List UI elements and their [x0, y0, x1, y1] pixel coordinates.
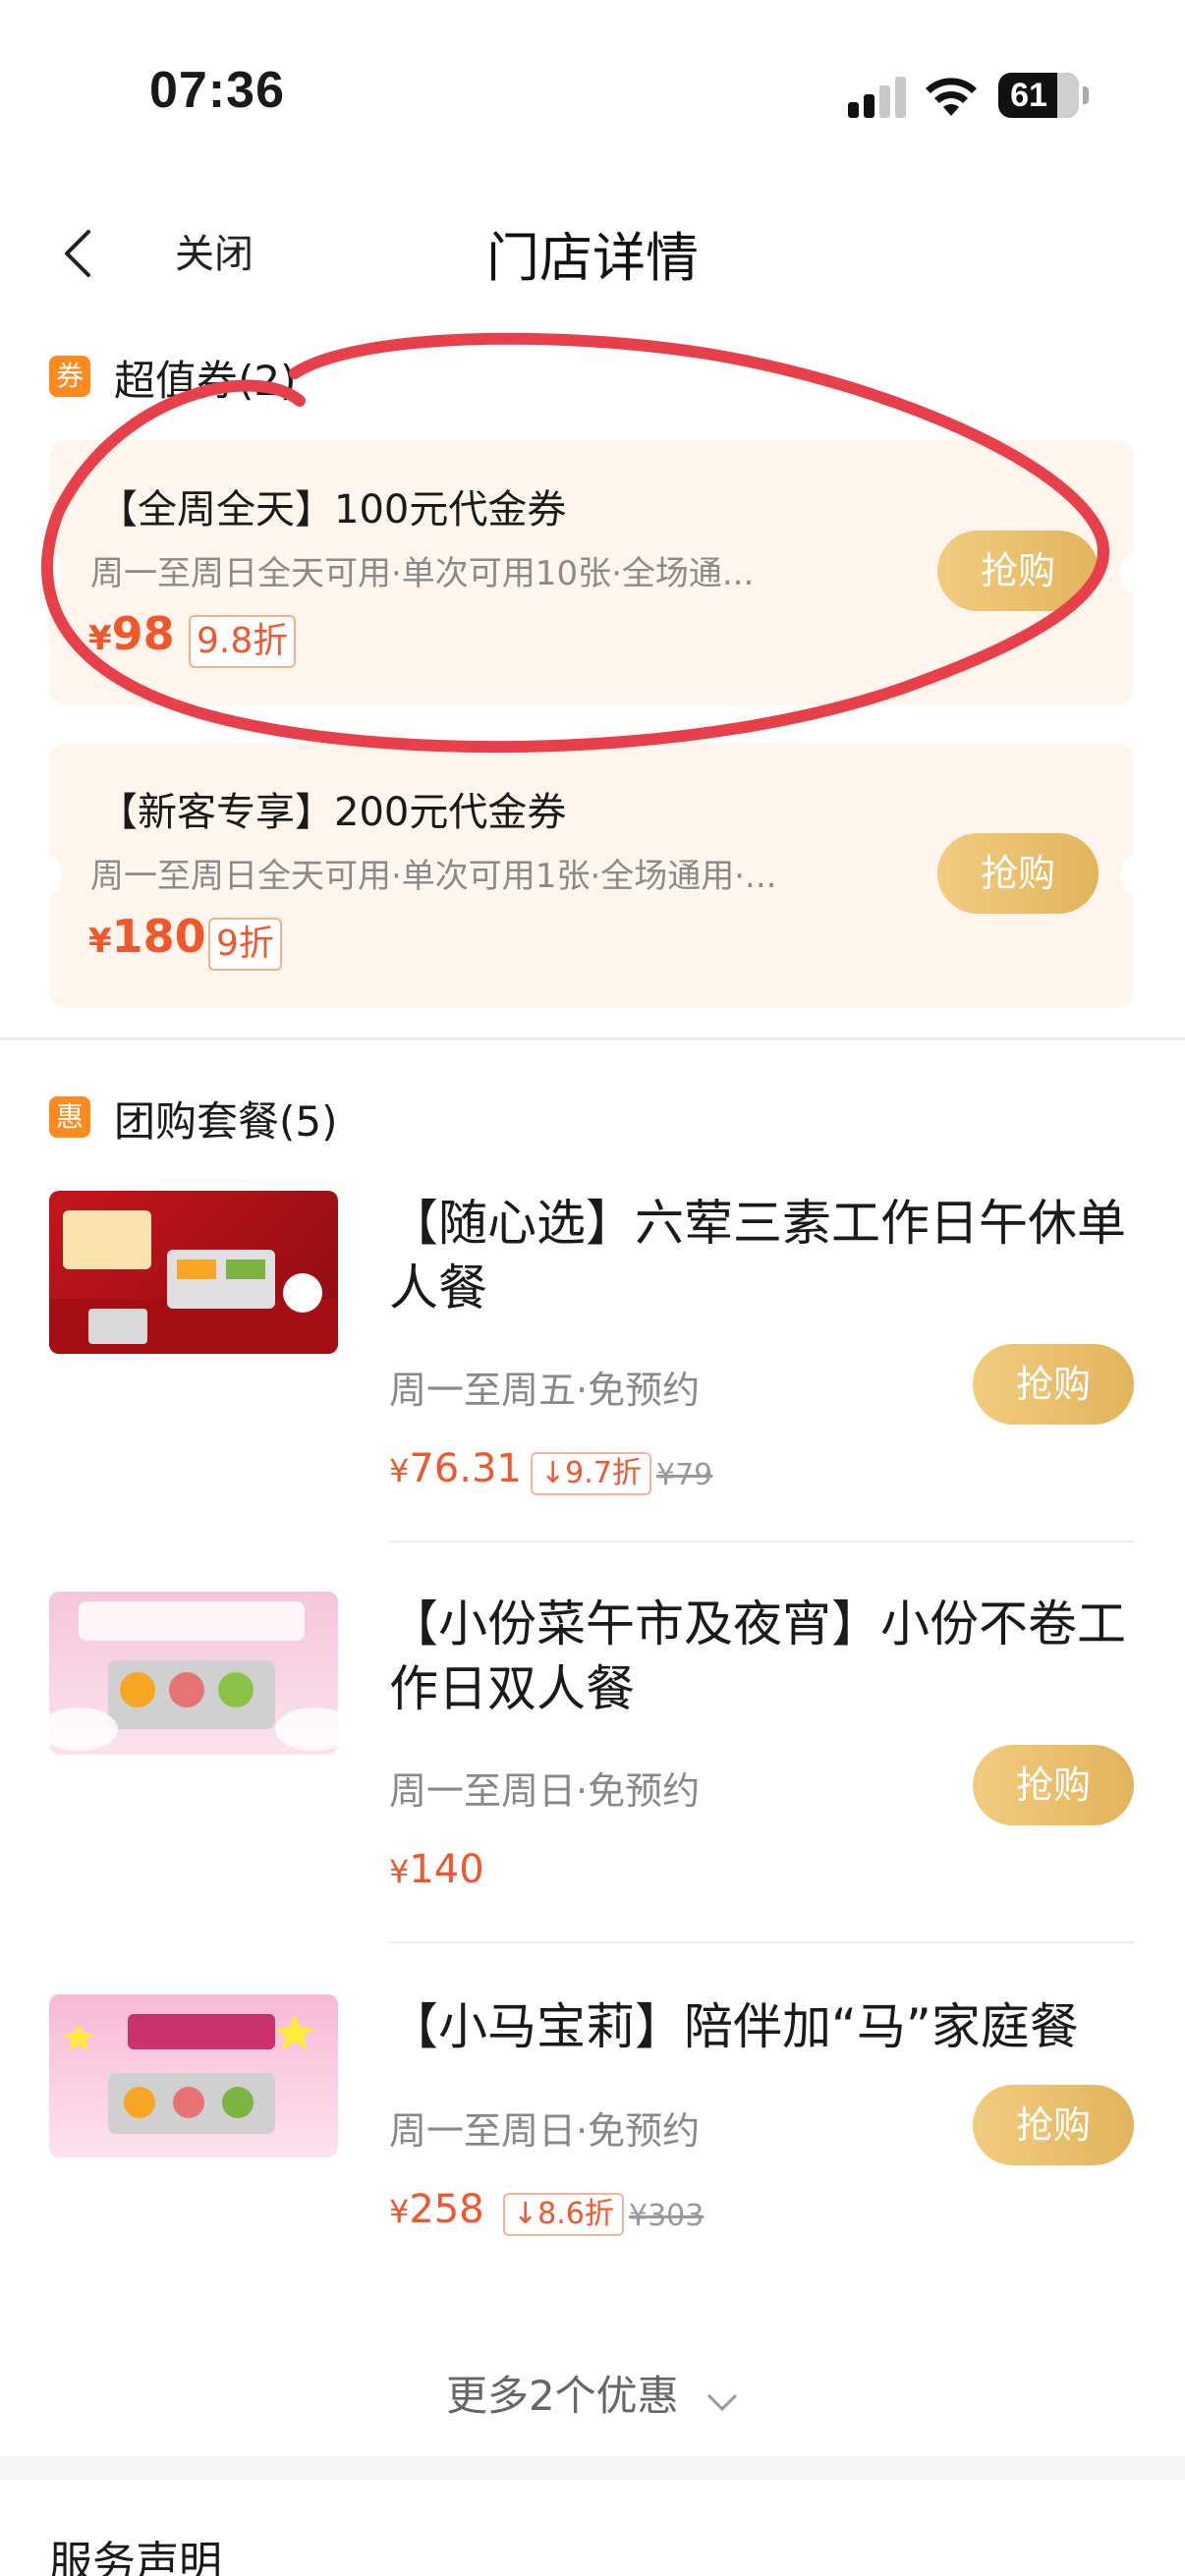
voucher-buy-button[interactable]: 抢购 [937, 531, 1099, 611]
more-deals-label: 更多2个优惠 [445, 2372, 679, 2420]
battery-icon: 61 [998, 73, 1089, 118]
nav-bar: 关闭 门店详情 [0, 196, 1185, 305]
deal-price-value: 76.31 [409, 1446, 522, 1491]
voucher-price-value: 180 [111, 910, 206, 963]
status-time: 07:36 [149, 62, 285, 119]
vouchers-section-title: 超值券(2) [114, 357, 297, 405]
voucher-discount: 9.8折 [189, 615, 297, 668]
down-arrow-icon: ↓ [540, 1456, 566, 1490]
voucher-card[interactable]: 【新客专享】200元代金券 周一至周日全天可用·单次可用1张·全场通用·... … [37, 743, 1146, 1008]
deal-discount-value: 8.6折 [537, 2197, 614, 2231]
deal-title[interactable]: 【随心选】六荤三素工作日午休单人餐 [389, 1191, 1146, 1320]
section-divider [0, 2456, 1185, 2480]
voucher-price-value: 98 [111, 607, 175, 660]
deal-price-value: 140 [409, 1847, 484, 1892]
deal-discount-tag: ↓9.7折 [531, 1452, 651, 1495]
deal-title[interactable]: 【小马宝莉】陪伴加“马”家庭餐 [389, 1994, 1146, 2059]
wifi-icon [926, 78, 977, 116]
currency-symbol: ¥ [389, 1853, 410, 1890]
deals-section-title: 团购套餐(5) [114, 1097, 338, 1146]
deal-original-price: ¥79 [656, 1458, 713, 1492]
more-deals-button[interactable]: 更多2个优惠 [0, 2363, 1185, 2423]
currency-symbol: ¥ [88, 619, 112, 658]
voucher-discount: 9折 [208, 918, 282, 971]
deal-discount-value: 9.7折 [565, 1456, 642, 1490]
deal-buy-button[interactable]: 抢购 [973, 1745, 1134, 1825]
deal-price: ¥76.31 [389, 1446, 522, 1491]
voucher-price: ¥98 [88, 607, 175, 660]
page-title: 门店详情 [486, 227, 699, 289]
service-statement-title: 服务声明 [49, 2538, 222, 2576]
deal-badge-icon: 惠 [49, 1096, 90, 1138]
deal-discount-tag: ↓8.6折 [503, 2193, 624, 2236]
down-arrow-icon: ↓ [513, 2197, 538, 2231]
deal-image[interactable] [49, 1592, 338, 1755]
voucher-title: 【全周全天】100元代金券 [98, 487, 567, 532]
section-divider [0, 1037, 1185, 1040]
currency-symbol: ¥ [389, 2193, 410, 2230]
cellular-signal-icon [848, 77, 909, 118]
deal-price: ¥140 [389, 1847, 484, 1892]
voucher-card[interactable]: 【全周全天】100元代金券 周一至周日全天可用·单次可用10张·全场通... ¥… [37, 440, 1146, 705]
voucher-title: 【新客专享】200元代金券 [98, 790, 567, 835]
deal-price-value: 258 [409, 2187, 484, 2232]
row-divider [389, 1540, 1134, 1542]
voucher-price: ¥180 [88, 910, 206, 963]
currency-symbol: ¥ [88, 922, 112, 961]
row-divider [389, 1941, 1134, 1943]
deal-title[interactable]: 【小份菜午市及夜宵】小份不卷工作日双人餐 [389, 1592, 1146, 1721]
deal-price: ¥258 [389, 2187, 484, 2232]
deal-availability: 周一至周日·免预约 [389, 2109, 701, 2153]
voucher-badge-icon: 券 [49, 356, 90, 397]
voucher-desc: 周一至周日全天可用·单次可用1张·全场通用·... [90, 857, 777, 896]
currency-symbol: ¥ [389, 1452, 410, 1489]
deal-image[interactable] [49, 1191, 338, 1354]
deal-availability: 周一至周五·免预约 [389, 1369, 701, 1412]
status-bar: 07:36 61 [0, 0, 1185, 187]
voucher-desc: 周一至周日全天可用·单次可用10张·全场通... [90, 554, 755, 593]
battery-level: 61 [1010, 77, 1047, 114]
deal-buy-button[interactable]: 抢购 [973, 2085, 1134, 2165]
deal-availability: 周一至周日·免预约 [389, 1769, 701, 1813]
deal-buy-button[interactable]: 抢购 [973, 1344, 1134, 1425]
voucher-buy-button[interactable]: 抢购 [937, 833, 1099, 914]
deal-image[interactable] [49, 1994, 338, 2157]
deal-original-price: ¥303 [629, 2199, 705, 2233]
chevron-down-icon [705, 2375, 739, 2423]
